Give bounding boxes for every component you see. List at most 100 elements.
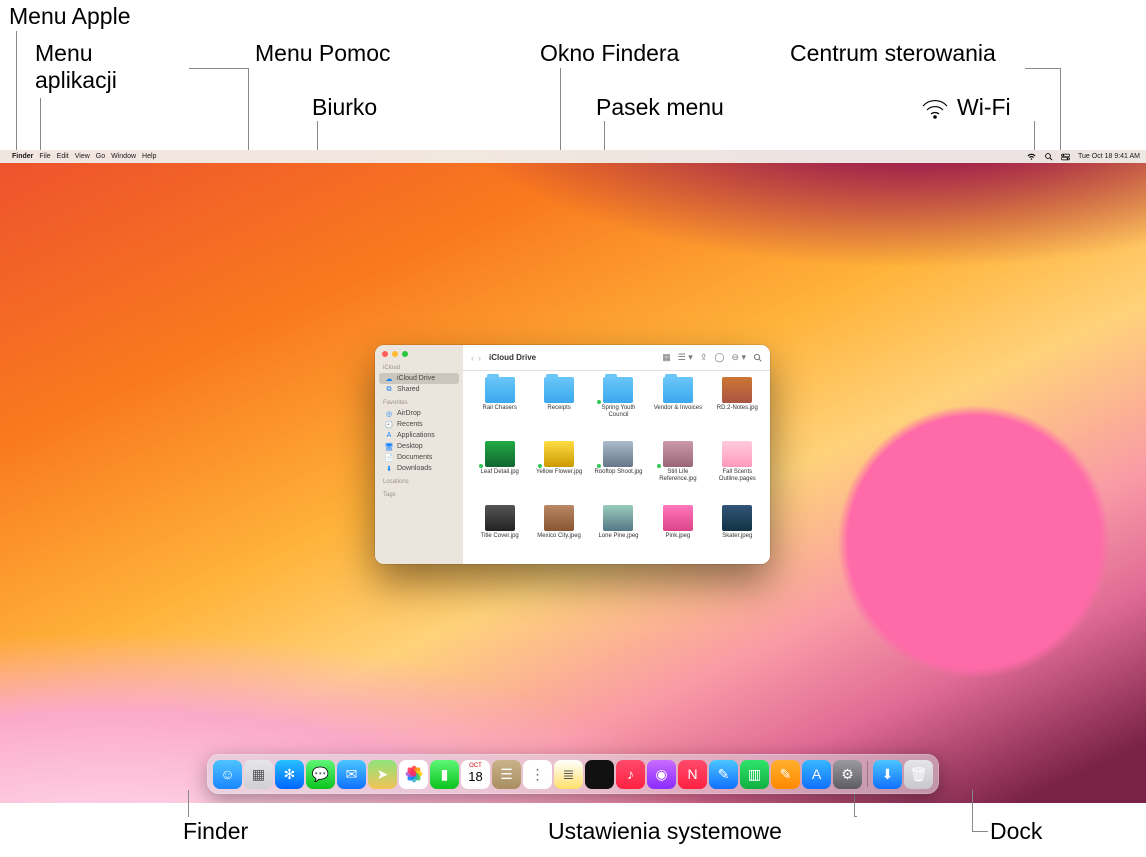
image-thumbnail [544, 441, 574, 467]
search-button[interactable] [753, 353, 762, 362]
desktop-icon: 🖥 [385, 443, 393, 451]
sidebar-item-label: Documents [397, 454, 432, 461]
dock-launchpad[interactable]: ▦ [244, 760, 273, 789]
sidebar-item-airdrop[interactable]: ◎ AirDrop [379, 408, 459, 419]
file-item[interactable]: RD.2-Notes.jpg [709, 377, 766, 437]
dock-notes[interactable]: ≣ [554, 760, 583, 789]
sidebar-item-documents[interactable]: 📄Documents [379, 452, 459, 463]
file-grid: Rail Chasers Receipts Spring Youth Council… [463, 371, 770, 564]
image-thumbnail [722, 377, 752, 403]
sidebar-item-shared[interactable]: ⧉Shared [379, 384, 459, 395]
file-label: Fall Scents Outline.pages [710, 469, 764, 482]
menu-window[interactable]: Window [111, 153, 136, 160]
file-item[interactable]: Vendor & Invoices [649, 377, 706, 437]
dock-separator [867, 761, 868, 787]
close-button[interactable] [382, 351, 388, 357]
leader-line [1025, 68, 1060, 69]
sidebar-item-recents[interactable]: 🕘Recents [379, 419, 459, 430]
view-options-button[interactable]: ☰ ▾ [678, 352, 693, 363]
forward-button[interactable]: › [478, 353, 481, 363]
menu-go[interactable]: Go [96, 153, 105, 160]
menu-file[interactable]: File [39, 153, 50, 160]
dock-calendar[interactable]: OCT18 [461, 760, 490, 789]
sidebar-item-applications[interactable]: AApplications [379, 430, 459, 441]
airdrop-icon: ◎ [385, 410, 393, 418]
menubar-datetime[interactable]: Tue Oct 18 9:41 AM [1078, 153, 1140, 160]
callout-app-menu: Menu aplikacji [35, 40, 117, 94]
file-label: Rail Chasers [483, 405, 517, 412]
sidebar-item-desktop[interactable]: 🖥Desktop [379, 441, 459, 452]
file-item[interactable]: Fall Scents Outline.pages [709, 441, 766, 501]
file-label: Spring Youth Council [591, 405, 645, 418]
menu-help[interactable]: Help [142, 153, 156, 160]
sidebar-item-label: Recents [397, 421, 423, 428]
dock-finder[interactable]: ☺ [213, 760, 242, 789]
share-button[interactable]: ⇪ [700, 352, 708, 363]
file-item[interactable]: Receipts [530, 377, 587, 437]
callout-finder-window: Okno Findera [540, 40, 679, 67]
menu-edit[interactable]: Edit [57, 153, 69, 160]
sidebar-item-label: AirDrop [397, 410, 421, 417]
minimize-button[interactable] [392, 351, 398, 357]
file-item[interactable]: Pink.jpeg [649, 505, 706, 564]
dock-safari[interactable]: ✻ [275, 760, 304, 789]
dock-tv[interactable] [585, 760, 614, 789]
dock-appstore[interactable]: A [802, 760, 831, 789]
app-menu[interactable]: Finder [12, 153, 33, 160]
spotlight-icon[interactable] [1044, 152, 1053, 161]
file-item[interactable]: Lone Pine.jpeg [590, 505, 647, 564]
wifi-status-icon[interactable] [1027, 152, 1036, 161]
leader-line [854, 816, 857, 817]
dock-news[interactable]: N [678, 760, 707, 789]
sidebar-section: Tags [375, 487, 463, 500]
dock-podcasts[interactable]: ◉ [647, 760, 676, 789]
folder-icon [663, 377, 693, 403]
callout-dock: Dock [990, 818, 1042, 845]
file-item[interactable]: Title Cover.jpg [471, 505, 528, 564]
dock-music[interactable]: ♪ [616, 760, 645, 789]
folder-icon [544, 377, 574, 403]
callout-apple-menu: Menu Apple [9, 3, 130, 30]
sidebar-section: Favorites [375, 395, 463, 408]
dock-facetime[interactable]: ▮ [430, 760, 459, 789]
leader-line [972, 831, 988, 832]
view-icons-button[interactable]: ▦ [662, 352, 671, 363]
dock-settings[interactable]: ⚙ [833, 760, 862, 789]
action-button[interactable]: ⊖ ▾ [731, 352, 746, 363]
dock-reminders[interactable]: ⋮ [523, 760, 552, 789]
dock-freeform[interactable]: ✎ [709, 760, 738, 789]
file-item[interactable]: Skater.jpeg [709, 505, 766, 564]
dock-maps[interactable]: ➤ [368, 760, 397, 789]
file-item[interactable]: Mexico City.jpeg [530, 505, 587, 564]
dock-messages[interactable]: 💬 [306, 760, 335, 789]
control-center-icon[interactable] [1061, 152, 1070, 161]
file-item[interactable]: Leaf Detail.jpg [471, 441, 528, 501]
finder-window[interactable]: iCloud ☁︎iCloud Drive⧉Shared Favorites ◎… [375, 345, 770, 564]
dock-mail[interactable]: ✉ [337, 760, 366, 789]
image-thumbnail [603, 505, 633, 531]
file-label: Vendor & Invoices [654, 405, 702, 412]
dock-pages[interactable]: ✎ [771, 760, 800, 789]
leader-line [972, 790, 973, 832]
sidebar-item-downloads[interactable]: ⬇︎Downloads [379, 463, 459, 474]
back-button[interactable]: ‹ [471, 353, 474, 363]
file-item[interactable]: Rail Chasers [471, 377, 528, 437]
dock-downloads[interactable]: ⬇ [873, 760, 902, 789]
tags-button[interactable]: ◯ [714, 352, 724, 363]
dock-photos[interactable] [399, 760, 428, 789]
dock-trash[interactable]: 🗑 [904, 760, 933, 789]
sidebar-item-icloud-drive[interactable]: ☁︎iCloud Drive [379, 373, 459, 384]
file-item[interactable]: Spring Youth Council [590, 377, 647, 437]
leader-line [248, 68, 249, 154]
file-label: Leaf Detail.jpg [481, 469, 519, 476]
callout-menu-bar: Pasek menu [596, 94, 724, 121]
leader-line [16, 31, 17, 154]
file-item[interactable]: Still Life Reference.jpg [649, 441, 706, 501]
image-thumbnail [485, 505, 515, 531]
menu-view[interactable]: View [75, 153, 90, 160]
dock-contacts[interactable]: ☰ [492, 760, 521, 789]
zoom-button[interactable] [402, 351, 408, 357]
file-item[interactable]: Rooftop Shoot.jpg [590, 441, 647, 501]
file-item[interactable]: Yellow Flower.jpg [530, 441, 587, 501]
dock-numbers[interactable]: ▥ [740, 760, 769, 789]
